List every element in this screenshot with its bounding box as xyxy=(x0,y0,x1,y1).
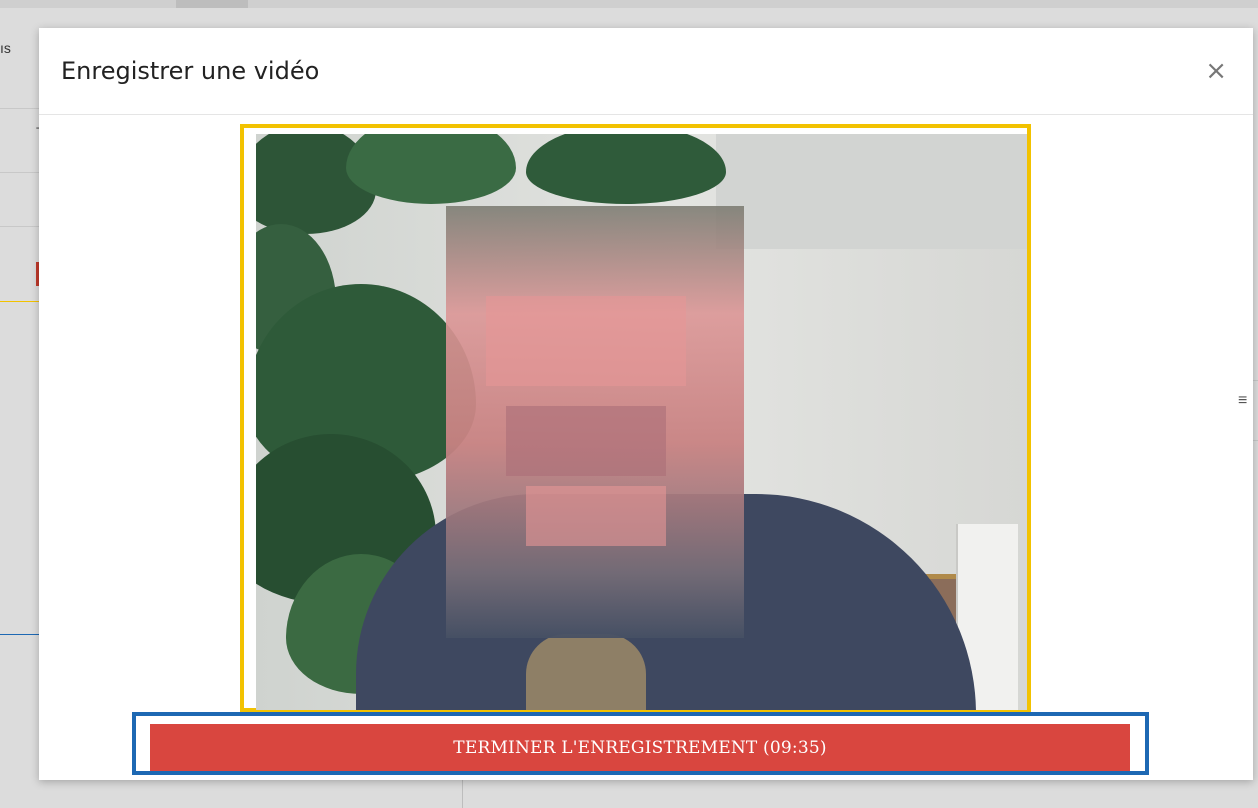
blur-block xyxy=(526,486,666,546)
background-divider xyxy=(0,108,39,109)
modal-header: Enregistrer une vidéo × xyxy=(39,28,1253,115)
plant-leaf xyxy=(526,134,726,204)
blur-block xyxy=(486,296,686,386)
background-divider xyxy=(0,226,39,227)
webcam-video-preview xyxy=(256,134,1027,710)
background-divider xyxy=(0,172,39,173)
background-divider-vertical xyxy=(462,780,463,808)
blurred-face xyxy=(446,206,744,638)
background-divider xyxy=(1253,440,1258,441)
background-tab xyxy=(176,0,248,8)
menu-lines-icon: ≡ xyxy=(1238,392,1248,409)
stop-recording-button[interactable]: TERMINER L'ENREGISTREMENT (09:35) xyxy=(150,724,1130,771)
video-person-sweater xyxy=(526,634,646,710)
video-ceiling xyxy=(716,134,1027,249)
video-preview-highlight xyxy=(240,124,1031,712)
modal-title: Enregistrer une vidéo xyxy=(61,57,320,85)
record-button-highlight: TERMINER L'ENREGISTREMENT (09:35) xyxy=(132,712,1149,775)
close-button[interactable]: × xyxy=(1205,58,1227,84)
plant-leaf xyxy=(346,134,516,204)
record-video-modal: Enregistrer une vidéo × TERMINER L'ENREG… xyxy=(39,28,1253,780)
background-text-fragment: ıs xyxy=(0,40,11,56)
blur-block xyxy=(506,406,666,476)
background-divider xyxy=(1253,380,1258,381)
